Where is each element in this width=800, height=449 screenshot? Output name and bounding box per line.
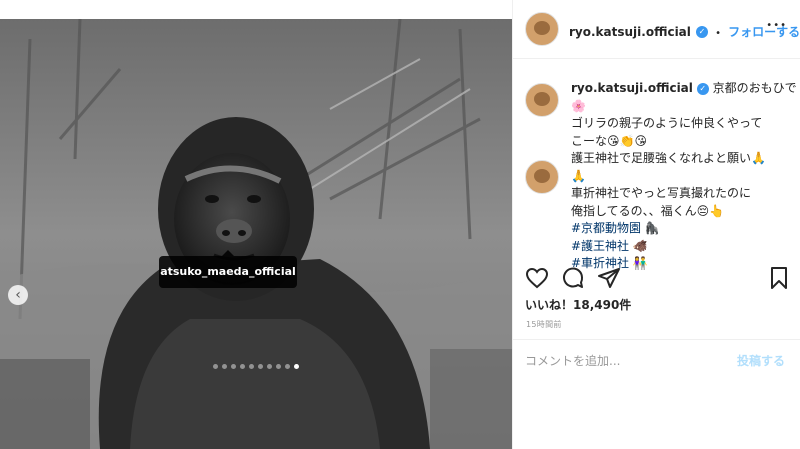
caption-line: こーな😘👏😘 — [571, 133, 647, 148]
action-bar — [513, 266, 800, 290]
heart-icon[interactable] — [525, 266, 549, 290]
caption-line: 🙏 — [571, 168, 586, 183]
hashtag-link[interactable]: #京都動物園 🦍 — [571, 220, 793, 238]
follow-button[interactable]: フォローする — [728, 25, 800, 39]
header-separator: • — [715, 28, 721, 39]
caption-line: 護王神社で足腰強くなれよと願い🙏 — [571, 151, 766, 165]
carousel-dot — [285, 364, 290, 369]
avatar[interactable] — [525, 12, 559, 46]
comment-avatar[interactable] — [525, 160, 559, 194]
comment-icon[interactable] — [561, 266, 585, 290]
verified-badge-icon: ✓ — [696, 82, 709, 95]
caption-username[interactable]: ryo.katsuji.official — [571, 81, 693, 95]
hashtag-link[interactable]: #護王神社 🐗 — [571, 238, 793, 256]
caption-line: 車折神社でやっと写真撮れたのに — [571, 186, 752, 200]
carousel-prev-button[interactable]: ‹ — [8, 285, 28, 305]
carousel-dot — [294, 364, 299, 369]
carousel-dot — [240, 364, 245, 369]
caption-avatar[interactable] — [525, 83, 559, 117]
more-options-icon[interactable]: ••• — [766, 20, 787, 31]
carousel-dot — [276, 364, 281, 369]
post-sidebar: ryo.katsuji.official ✓ • フォローする ••• ryo.… — [512, 0, 800, 449]
caption-line: 京都のおもひで — [712, 81, 797, 95]
user-tag-label: atsuko_maeda_official — [160, 265, 296, 278]
post-comment-button[interactable]: 投稿する — [737, 352, 785, 369]
carousel-dot — [222, 364, 227, 369]
header-username[interactable]: ryo.katsuji.official — [569, 25, 691, 39]
comment-input[interactable]: コメントを追加... — [525, 352, 620, 369]
like-count[interactable]: いいね！18,490件 — [525, 296, 631, 313]
post-caption: ryo.katsuji.official ✓ 京都のおもひで 🌸 ゴリラの親子の… — [571, 80, 797, 273]
carousel-indicator — [213, 364, 299, 370]
post-timestamp[interactable]: 15時間前 — [526, 319, 562, 330]
caption-line: 俺指してるの、、福くん😔👆 — [571, 203, 725, 218]
caption-line: ゴリラの親子のように仲良くやって — [571, 116, 763, 130]
gorilla-photo — [0, 19, 512, 449]
carousel-dot — [258, 364, 263, 369]
post-photo[interactable]: atsuko_maeda_official ‹ — [0, 19, 512, 449]
post-header: ryo.katsuji.official ✓ • フォローする ••• — [513, 0, 800, 59]
carousel-dot — [213, 364, 218, 369]
verified-badge-icon: ✓ — [696, 25, 708, 38]
share-icon[interactable] — [597, 266, 621, 290]
chevron-left-icon: ‹ — [15, 287, 21, 303]
carousel-dot — [231, 364, 236, 369]
bookmark-icon[interactable] — [767, 266, 791, 290]
carousel-dot — [267, 364, 272, 369]
caption-line: 🌸 — [571, 98, 586, 113]
user-tag[interactable]: atsuko_maeda_official — [159, 250, 297, 288]
comment-box: コメントを追加... 投稿する — [513, 339, 800, 396]
carousel-dot — [249, 364, 254, 369]
